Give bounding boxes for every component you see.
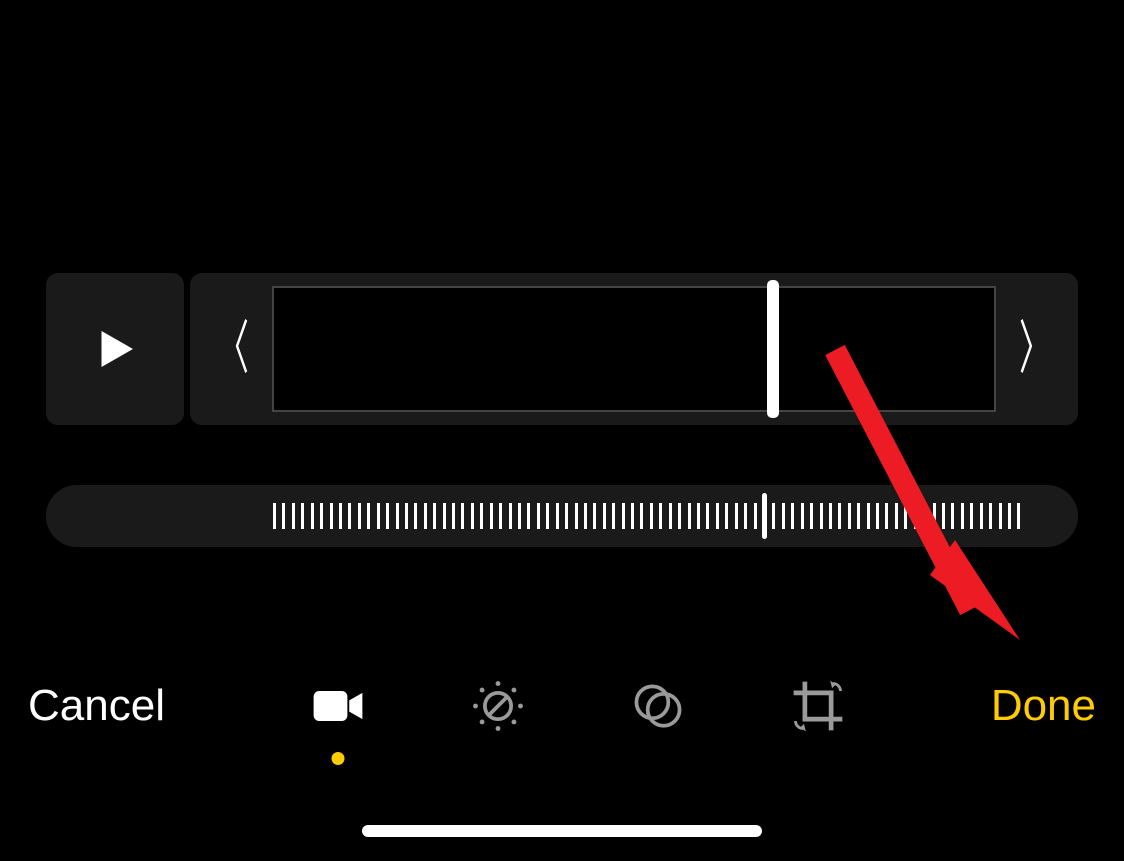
active-indicator-dot xyxy=(331,752,344,765)
mode-adjust[interactable] xyxy=(463,671,533,741)
filters-icon xyxy=(628,676,688,736)
scrubber-bar[interactable] xyxy=(46,485,1078,547)
scrubber-playhead[interactable] xyxy=(762,493,767,539)
scrubber-fade xyxy=(46,485,232,547)
trim-track[interactable]: 〈 〉 xyxy=(190,273,1078,425)
bottom-toolbar: Cancel xyxy=(0,671,1124,741)
video-preview xyxy=(0,0,1124,273)
mode-video[interactable] xyxy=(303,671,373,741)
adjust-icon xyxy=(468,676,528,736)
home-indicator[interactable] xyxy=(362,825,762,837)
done-button[interactable]: Done xyxy=(991,681,1096,731)
trim-handle-left[interactable]: 〈 xyxy=(217,320,249,378)
cancel-button[interactable]: Cancel xyxy=(28,681,165,731)
trim-handle-right[interactable]: 〉 xyxy=(1019,320,1051,378)
timeline-row: 〈 〉 xyxy=(0,273,1124,425)
mode-filters[interactable] xyxy=(623,671,693,741)
play-icon xyxy=(88,322,142,376)
video-icon xyxy=(308,676,368,736)
timeline-playhead[interactable] xyxy=(767,280,779,418)
crop-icon xyxy=(788,676,848,736)
mode-crop[interactable] xyxy=(783,671,853,741)
mode-icons xyxy=(303,671,853,741)
play-button[interactable] xyxy=(46,273,184,425)
clip-well[interactable] xyxy=(272,286,996,412)
